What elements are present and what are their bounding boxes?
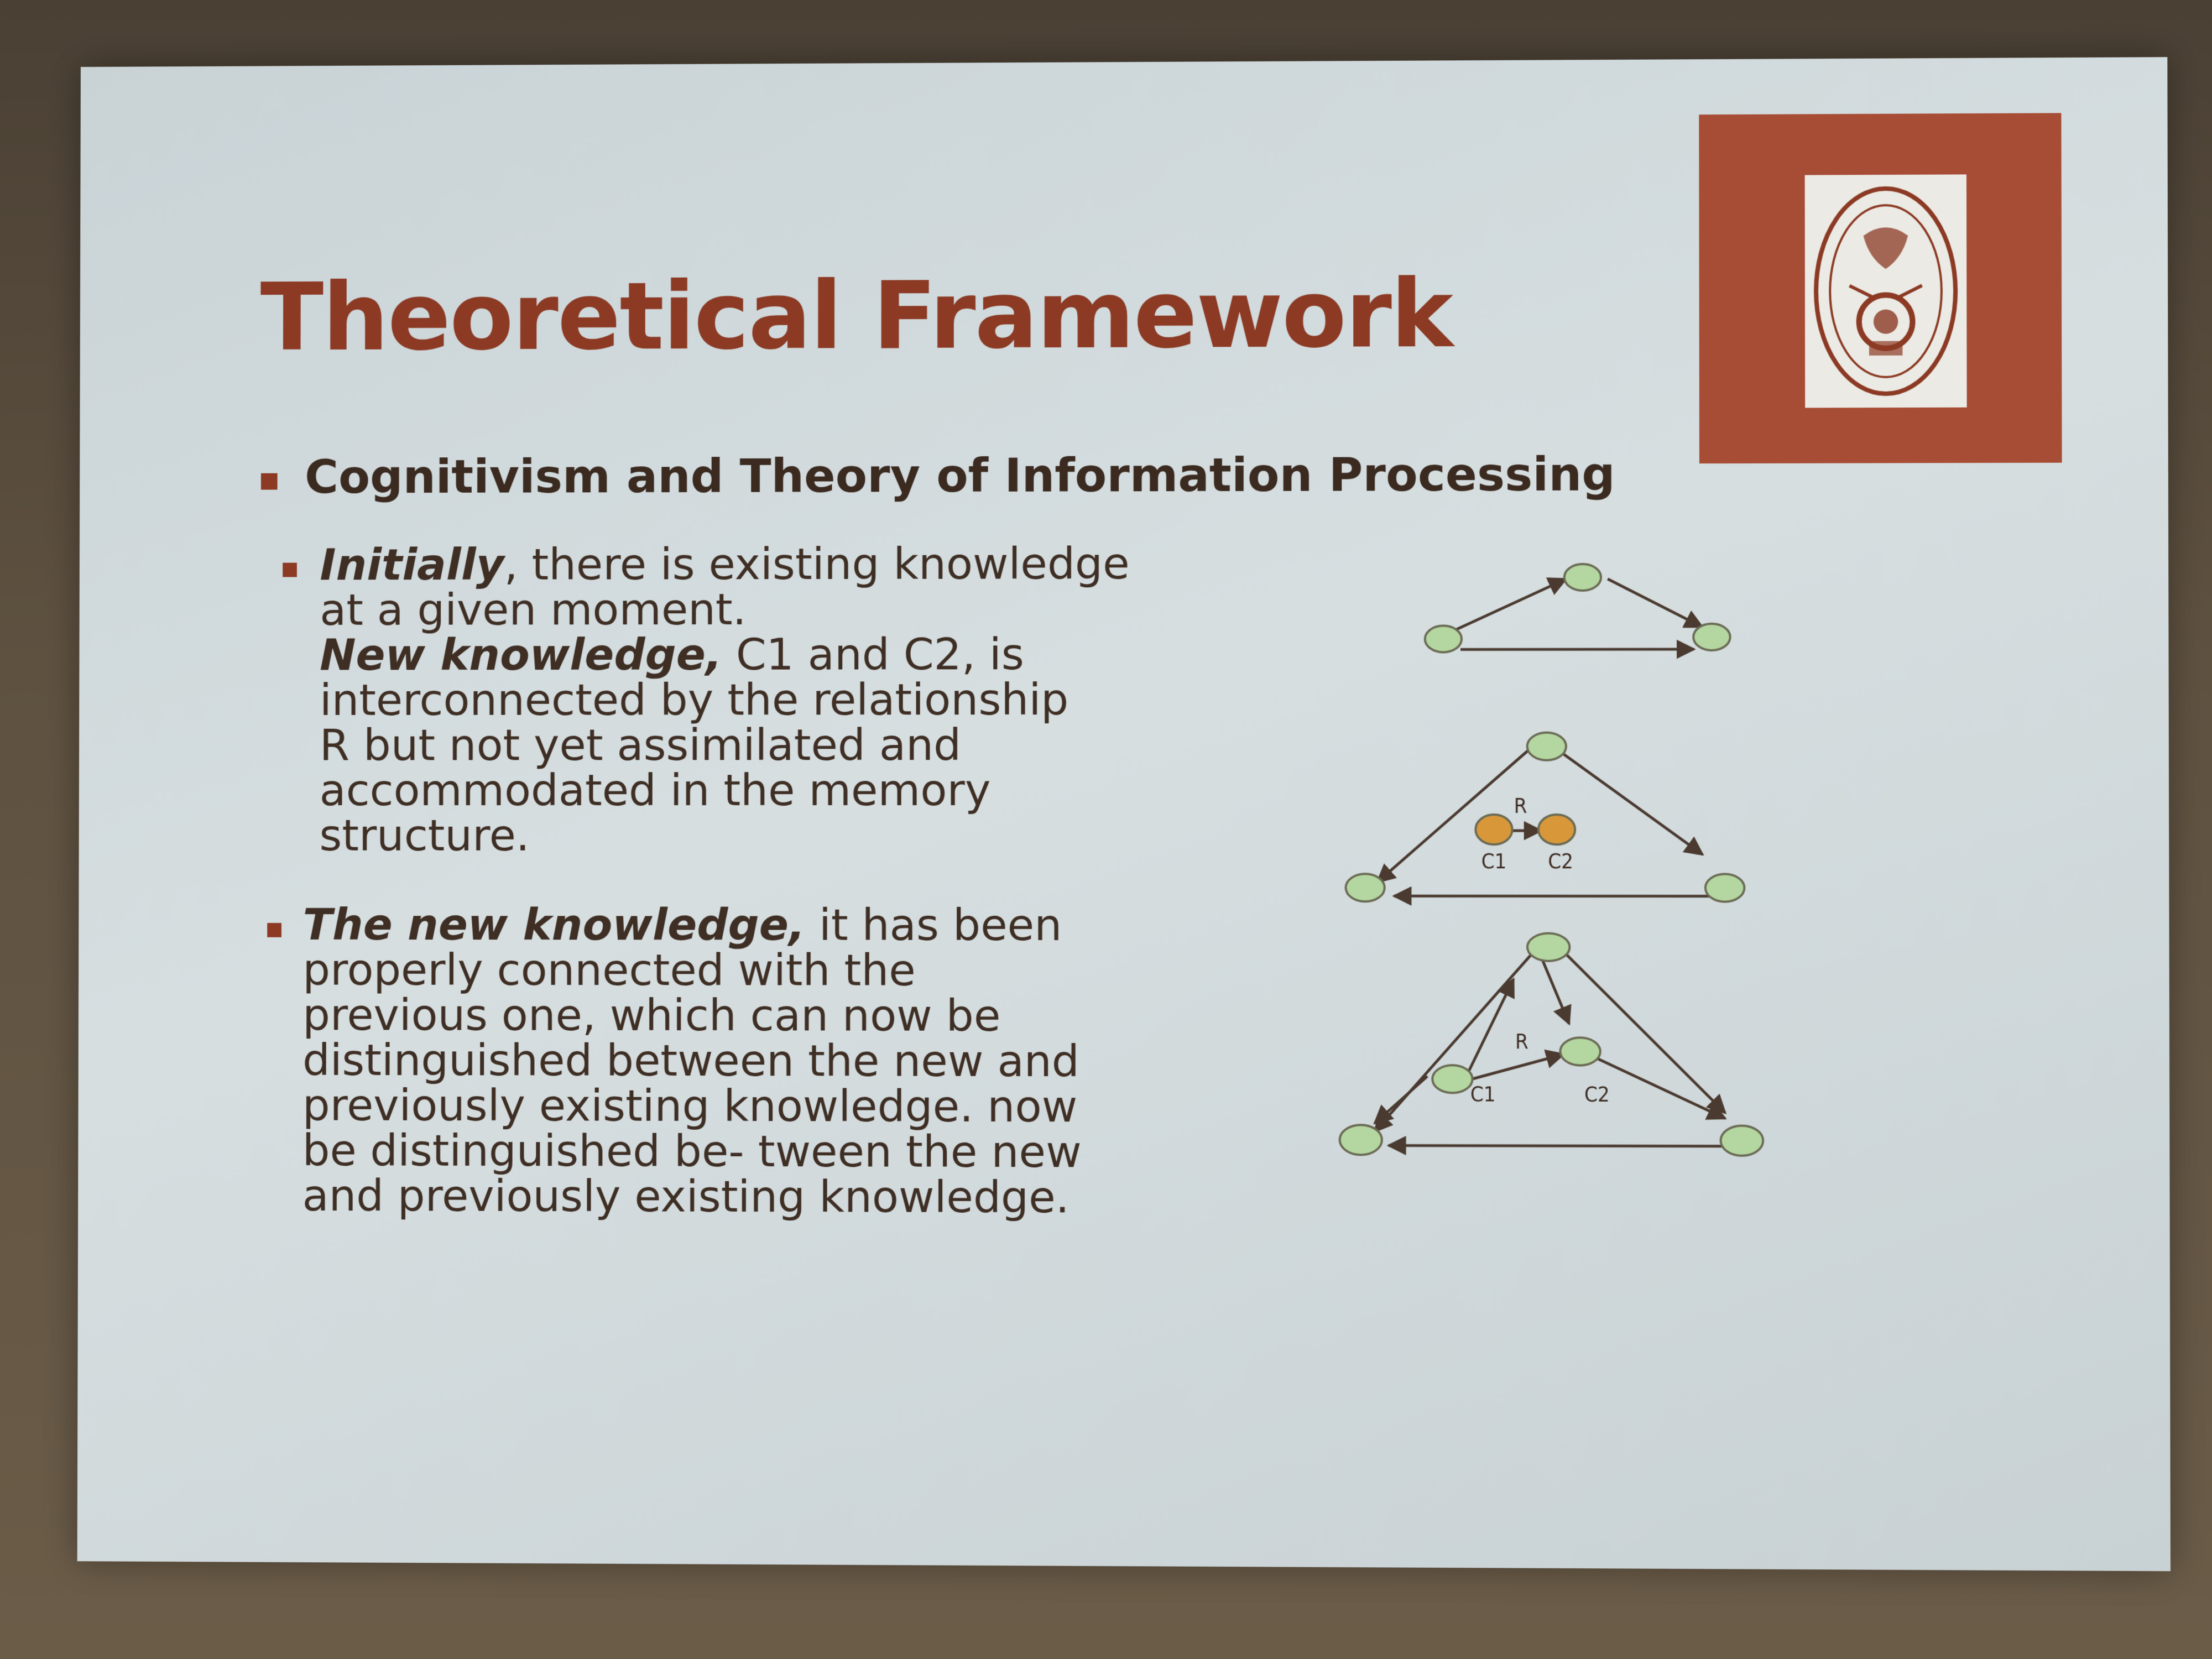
label-r: R bbox=[1515, 1029, 1528, 1053]
knowledge-network-diagram: R C1 C2 R C1 C2 bbox=[77, 57, 2171, 1571]
node-existing bbox=[1425, 625, 1462, 652]
presentation-slide: Theoretical Framework Cognitivism and Th… bbox=[77, 57, 2171, 1571]
node-existing bbox=[1340, 1125, 1382, 1155]
node-existing bbox=[1693, 624, 1730, 650]
node-existing bbox=[1527, 933, 1569, 961]
node-c1-assimilated bbox=[1432, 1065, 1472, 1093]
node-c2-new bbox=[1538, 815, 1575, 844]
diagram-assimilated-knowledge bbox=[1375, 951, 1734, 1146]
node-existing bbox=[1705, 874, 1745, 901]
node-existing bbox=[1527, 733, 1566, 760]
label-c2: C2 bbox=[1548, 849, 1573, 873]
photo-background: Theoretical Framework Cognitivism and Th… bbox=[0, 0, 2212, 1659]
node-existing bbox=[1721, 1126, 1764, 1156]
label-r: R bbox=[1514, 794, 1527, 818]
label-c1: C1 bbox=[1470, 1082, 1496, 1106]
node-c1-new bbox=[1475, 815, 1512, 844]
label-c2: C2 bbox=[1584, 1082, 1610, 1107]
node-existing bbox=[1346, 874, 1385, 901]
node-c2-assimilated bbox=[1560, 1037, 1600, 1065]
node-existing bbox=[1564, 564, 1601, 591]
label-c1: C1 bbox=[1481, 849, 1507, 873]
